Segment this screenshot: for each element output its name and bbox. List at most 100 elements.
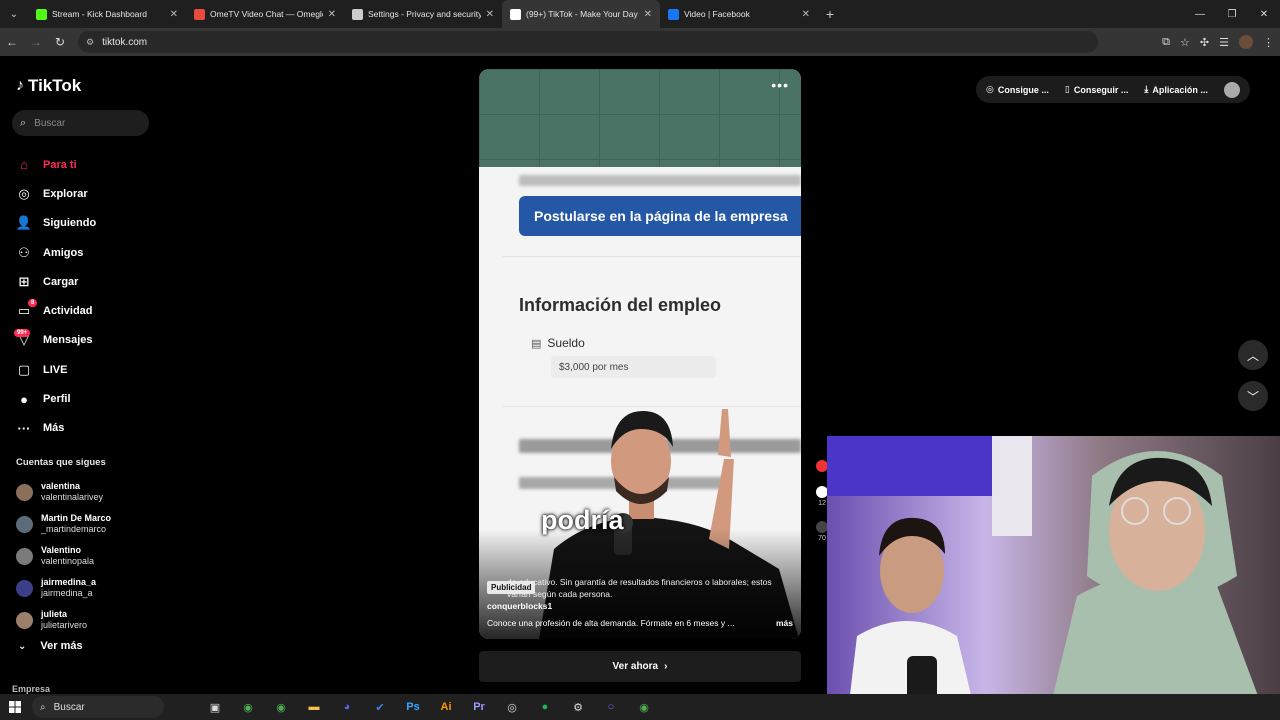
browser-actions: ⧉ ☆ ✣ ☰ ⋮ [1162, 28, 1274, 56]
premiere-icon[interactable]: Pr [468, 696, 490, 718]
get-coins-button[interactable]: ◎ Consigue ... [986, 84, 1049, 95]
get-app-button[interactable]: ▯ Conseguir ... [1065, 84, 1128, 95]
forward-icon[interactable]: → [24, 28, 48, 56]
followed-account[interactable]: valentina valentinalarivey [16, 476, 156, 508]
discord-icon[interactable]: ◕ [336, 696, 358, 718]
obs-icon[interactable]: ◎ [501, 696, 523, 718]
minimize-icon[interactable]: — [1184, 0, 1216, 28]
folder-icon[interactable]: ▬ [303, 696, 325, 718]
avatar [16, 547, 33, 565]
reload-icon[interactable]: ↻ [48, 28, 72, 56]
browser-tab[interactable]: Stream - Kick Dashboard ✕ [28, 0, 186, 28]
settings-icon[interactable]: ⚙ [567, 696, 589, 718]
account-handle: jairmedina_a [41, 588, 93, 598]
browser-tab[interactable]: Settings - Privacy and security ✕ [344, 0, 502, 28]
video-header-area [479, 69, 801, 167]
search-icon: ⌕ [20, 116, 27, 129]
browser-menu-icon[interactable]: ⋮ [1263, 36, 1274, 49]
user-avatar[interactable] [1223, 81, 1240, 98]
nav-item-upload[interactable]: ⊞ Cargar [16, 267, 161, 296]
download-icon: ⤓ [1144, 84, 1149, 94]
nav-item-compass[interactable]: ◎ Explorar [16, 179, 161, 208]
extensions-icon[interactable]: ✣ [1200, 36, 1209, 49]
nav-label: Para ti [43, 158, 77, 171]
close-window-icon[interactable]: ✕ [1248, 0, 1280, 28]
back-icon[interactable]: ← [0, 28, 24, 56]
see-more-label: Ver más [40, 640, 83, 652]
followed-account[interactable]: Valentino valentinopala [16, 540, 156, 572]
ometv-icon [194, 8, 205, 20]
cta-button[interactable]: Ver ahora › [479, 651, 801, 682]
money-icon: ▤ [531, 337, 542, 350]
like-count: 12 [818, 500, 826, 507]
see-more-button[interactable]: ⌄ Ver más [18, 640, 83, 652]
close-tab-icon[interactable]: ✕ [486, 9, 494, 20]
site-info-icon[interactable]: ⚙ [86, 37, 94, 48]
gear-icon [352, 8, 363, 20]
chevron-right-icon: › [664, 661, 668, 672]
install-app-icon[interactable]: ⧉ [1162, 36, 1170, 49]
chrome-icon[interactable]: ◉ [237, 696, 259, 718]
browser-tab[interactable]: Video | Facebook ✕ [660, 0, 818, 28]
reading-list-icon[interactable]: ☰ [1219, 36, 1229, 49]
nav-item-friends[interactable]: ⚇ Amigos [16, 238, 161, 267]
nav-item-activity[interactable]: ▭ Actividad 8 [16, 296, 161, 325]
followed-account[interactable]: julieta julietarivero [16, 604, 156, 636]
illustrator-icon[interactable]: Ai [435, 696, 457, 718]
company-link[interactable]: Empresa [12, 684, 50, 694]
close-tab-icon[interactable]: ✕ [170, 9, 178, 20]
video-author[interactable]: conquerblocks1 [487, 601, 552, 611]
close-tab-icon[interactable]: ✕ [644, 9, 652, 20]
nav-label: Más [43, 422, 65, 435]
bookmark-star-icon[interactable]: ☆ [1180, 36, 1190, 49]
tab-search-icon[interactable]: ⌄ [0, 0, 28, 28]
browser-tab[interactable]: (99+) TikTok - Make Your Day ✕ [502, 0, 660, 28]
video-player[interactable]: ••• Postularse en la página de la empres… [479, 69, 801, 639]
tiktok-sidebar: ♪ TikTok ⌕ Buscar ⌂ Para ti ◎ Explorar 👤 Sigu… [0, 58, 165, 694]
nav-item-more[interactable]: ··· Más [16, 414, 161, 443]
account-name: Valentino [41, 545, 82, 555]
upload-icon: ⊞ [18, 273, 30, 289]
download-app-button[interactable]: ⤓ Aplicación ... [1144, 84, 1208, 95]
friends-icon: ⚇ [18, 244, 30, 260]
nav-item-messages[interactable]: ▽ Mensajes 99+ [14, 326, 161, 355]
photoshop-icon[interactable]: Ps [402, 696, 424, 718]
chrome-icon-3[interactable]: ◉ [633, 696, 655, 718]
start-button[interactable] [0, 701, 30, 713]
nav-item-live[interactable]: ▢ LIVE [16, 355, 161, 384]
profile-icon: ● [20, 391, 28, 407]
task-view-icon[interactable]: ▣ [204, 696, 226, 718]
close-tab-icon[interactable]: ✕ [802, 9, 810, 20]
next-video-button[interactable]: ﹀ [1238, 381, 1268, 411]
nav-item-following[interactable]: 👤 Siguiendo [16, 209, 161, 238]
close-tab-icon[interactable]: ✕ [328, 9, 336, 20]
followed-account[interactable]: Martin De Marco _martindemarco [16, 508, 156, 540]
profile-avatar[interactable] [1239, 35, 1253, 49]
previous-video-button[interactable]: ︿ [1238, 340, 1268, 370]
caption-more-link[interactable]: más [776, 618, 793, 628]
followed-account[interactable]: jairmedina_a jairmedina_a [16, 572, 156, 604]
account-handle: _martindemarco [41, 524, 107, 534]
nav-label: LIVE [43, 363, 68, 376]
check-icon[interactable]: ✔ [369, 696, 391, 718]
top-actions: ◎ Consigue ... ▯ Conseguir ... ⤓ Aplicación… [976, 76, 1250, 103]
nav-item-profile[interactable]: ● Perfil [16, 384, 161, 413]
tiktok-logo[interactable]: ♪ TikTok [16, 76, 81, 96]
chevron-down-icon: ⌄ [18, 640, 27, 652]
browser-tab[interactable]: OmeTV Video Chat — Omegle ✕ [186, 0, 344, 28]
url-field[interactable]: ⚙ tiktok.com [78, 31, 1098, 53]
more-options-icon[interactable]: ••• [771, 77, 789, 93]
restore-icon[interactable]: ❐ [1216, 0, 1248, 28]
salary-label: Sueldo [547, 336, 585, 350]
following-icon: 👤 [15, 215, 33, 231]
spotify-icon[interactable]: ● [534, 696, 556, 718]
cortana-icon[interactable]: ○ [600, 696, 622, 718]
windows-icon [9, 701, 21, 713]
new-tab-icon[interactable]: + [818, 6, 842, 22]
chrome-icon-2[interactable]: ◉ [270, 696, 292, 718]
logo-text: TikTok [28, 76, 82, 95]
url-text: tiktok.com [102, 36, 148, 48]
nav-item-home[interactable]: ⌂ Para ti [16, 150, 161, 179]
taskbar-search[interactable]: ⌕ Buscar [32, 696, 164, 718]
search-input[interactable]: ⌕ Buscar [12, 110, 149, 136]
